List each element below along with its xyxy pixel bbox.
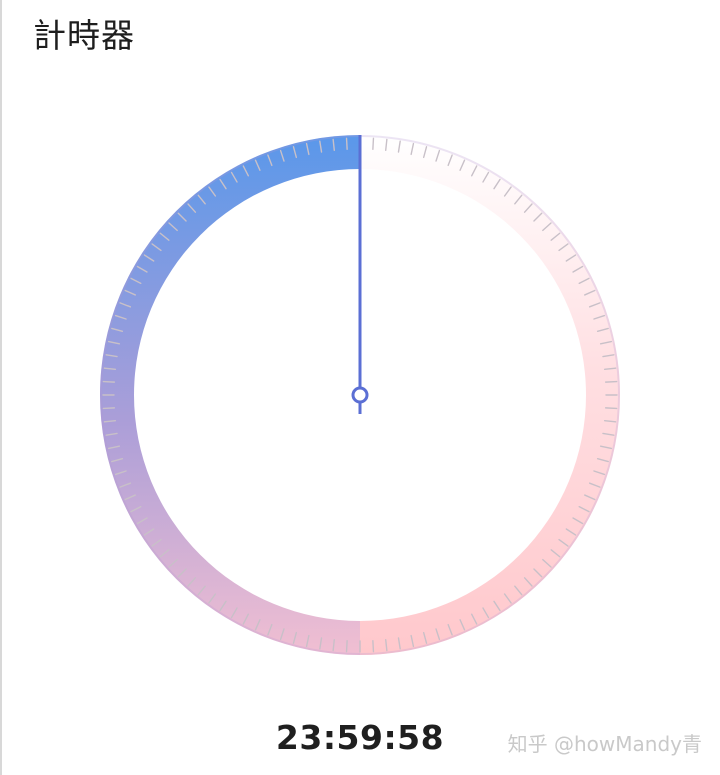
dial-track-right (360, 135, 620, 655)
watermark: 知乎 @howMandy青 (507, 732, 702, 756)
dial-tick (102, 380, 116, 383)
dial-tick (345, 639, 348, 653)
dial-tick (604, 380, 618, 383)
dial-tick (604, 407, 618, 410)
timer-hand[interactable] (351, 135, 369, 414)
dial-tick (372, 137, 375, 151)
dial-track-left (100, 135, 360, 655)
dial-tick (345, 137, 348, 151)
timer-dial[interactable] (0, 0, 720, 775)
dial-tick (102, 407, 116, 410)
dial-tick (372, 639, 375, 653)
timer-hand-pivot (351, 386, 369, 404)
